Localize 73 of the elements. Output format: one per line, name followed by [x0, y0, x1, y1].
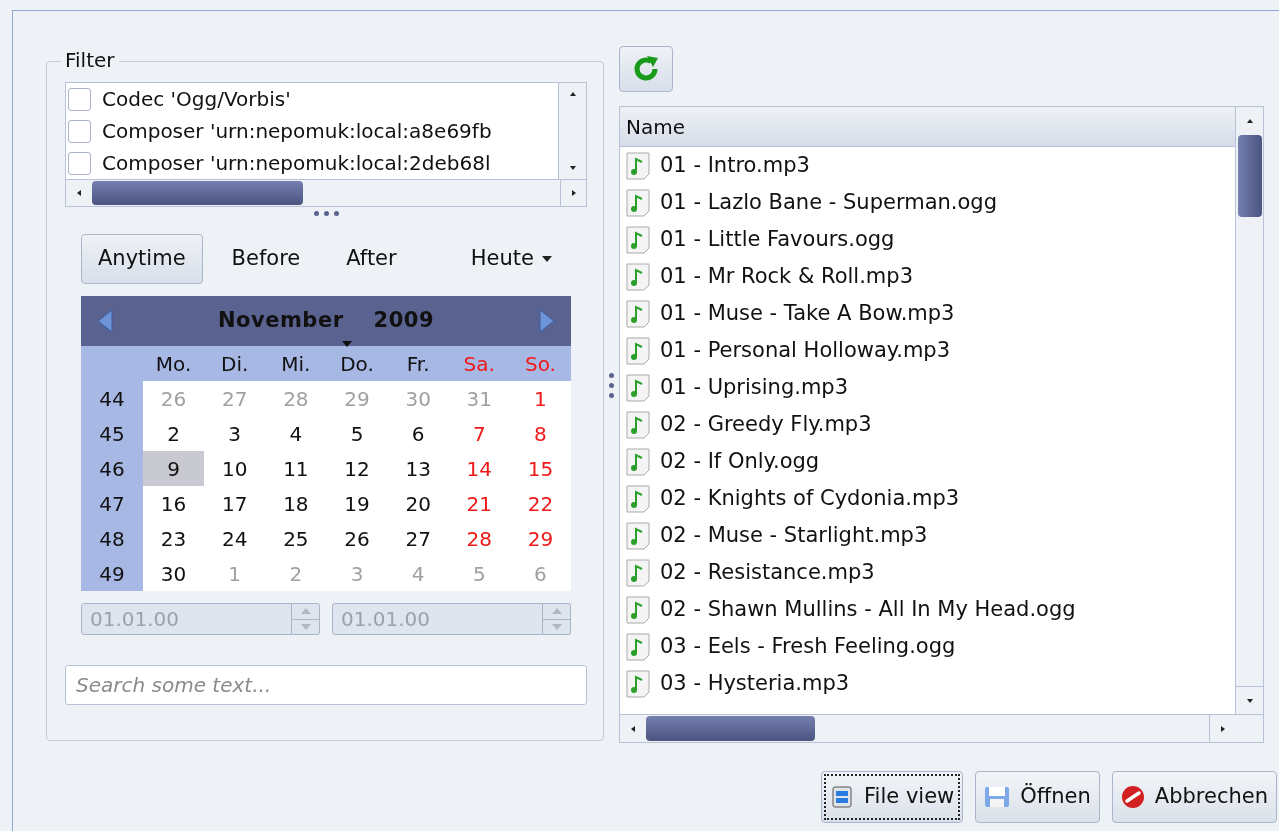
week-number: 46 [81, 451, 143, 486]
file-name[interactable]: 02 - Resistance.mp3 [660, 556, 875, 589]
file-name[interactable]: 01 - Mr Rock & Roll.mp3 [660, 260, 913, 293]
file-name[interactable]: 02 - Muse - Starlight.mp3 [660, 519, 928, 552]
horizontal-scrollbar[interactable] [620, 714, 1235, 742]
file-name[interactable]: 01 - Personal Holloway.mp3 [660, 334, 951, 367]
caret-icon [541, 256, 552, 262]
file-name[interactable]: 01 - Uprising.mp3 [660, 371, 849, 404]
file-name[interactable]: 03 - Hysteria.mp3 [660, 667, 850, 700]
week-number: 45 [81, 416, 143, 451]
music-file-icon [626, 595, 650, 624]
file-name[interactable]: 01 - Little Favours.ogg [660, 223, 895, 256]
scrollbar-thumb[interactable] [646, 716, 815, 741]
file-name[interactable]: 01 - Lazlo Bane - Superman.ogg [660, 186, 997, 219]
music-file-icon [626, 262, 650, 291]
weekday-label: Fr. [387, 346, 449, 381]
weekday-label: Di. [204, 346, 266, 381]
column-header[interactable]: Name [620, 107, 1235, 147]
music-file-icon [626, 521, 650, 550]
weekday-label: Mo. [143, 346, 205, 381]
music-file-icon [626, 299, 650, 328]
splitter-handle-icon[interactable] [609, 373, 614, 398]
previous-month-icon[interactable] [95, 308, 115, 334]
week-number: 48 [81, 521, 143, 556]
period-button[interactable]: Before [214, 234, 318, 284]
filter-checkbox[interactable] [68, 119, 91, 143]
dialog-button[interactable]: File view [821, 771, 964, 823]
file-name[interactable]: 02 - If Only.ogg [660, 445, 820, 478]
music-file-icon [626, 188, 650, 217]
music-file-icon [626, 373, 650, 402]
weekday-label: Mi. [265, 346, 327, 381]
week-number: 44 [81, 381, 143, 416]
file-name[interactable]: 02 - Greedy Fly.mp3 [660, 408, 872, 441]
music-file-icon [626, 447, 650, 476]
scrollbar-thumb[interactable] [1237, 135, 1262, 217]
music-file-icon [626, 410, 650, 439]
file-name[interactable]: 01 - Intro.mp3 [660, 149, 810, 182]
music-file-icon [626, 151, 650, 180]
weekday-label: Do. [326, 346, 388, 381]
horizontal-scrollbar[interactable] [66, 179, 586, 206]
filter-label: Codec 'Ogg/Vorbis' [102, 86, 291, 113]
music-file-icon [626, 669, 650, 698]
file-name[interactable]: 01 - Muse - Take A Bow.mp3 [660, 297, 955, 330]
file-name[interactable]: 03 - Eels - Fresh Feeling.ogg [660, 630, 956, 663]
cancel-icon [1120, 785, 1145, 809]
next-month-icon[interactable] [537, 308, 557, 334]
filter-label: Composer 'urn:nepomuk:local:2deb68l [102, 150, 491, 177]
refresh-button[interactable] [619, 46, 673, 92]
period-button[interactable]: After [329, 234, 414, 284]
music-file-icon [626, 484, 650, 513]
weekday-label: Sa. [448, 346, 510, 381]
vertical-scrollbar[interactable] [1235, 107, 1263, 714]
scrollbar-thumb[interactable] [92, 181, 303, 205]
music-file-icon [626, 225, 650, 254]
filter-checkbox[interactable] [68, 87, 91, 111]
calendar-day[interactable]: 9 [143, 451, 205, 486]
filter-checkbox[interactable] [68, 151, 91, 175]
period-dropdown[interactable]: Heute [453, 234, 569, 284]
search-field[interactable]: Search some text... [65, 665, 587, 705]
dialog-button[interactable]: Abbrechen [1111, 771, 1277, 823]
period-button[interactable]: Anytime [81, 234, 203, 284]
week-number: 49 [81, 556, 143, 591]
music-file-icon [626, 558, 650, 587]
file-name[interactable]: 02 - Knights of Cydonia.mp3 [660, 482, 960, 515]
week-number: 47 [81, 486, 143, 521]
weekday-label: So. [509, 346, 571, 381]
music-file-icon [626, 336, 650, 365]
filter-label: Composer 'urn:nepomuk:local:a8e69fb [102, 118, 492, 145]
file-name[interactable]: 02 - Shawn Mullins - All In My Head.ogg [660, 593, 1076, 626]
music-file-icon [626, 632, 650, 661]
dialog-button[interactable]: Öffnen [975, 771, 1100, 823]
drawer-icon [830, 785, 855, 809]
vertical-scrollbar[interactable] [558, 83, 586, 179]
